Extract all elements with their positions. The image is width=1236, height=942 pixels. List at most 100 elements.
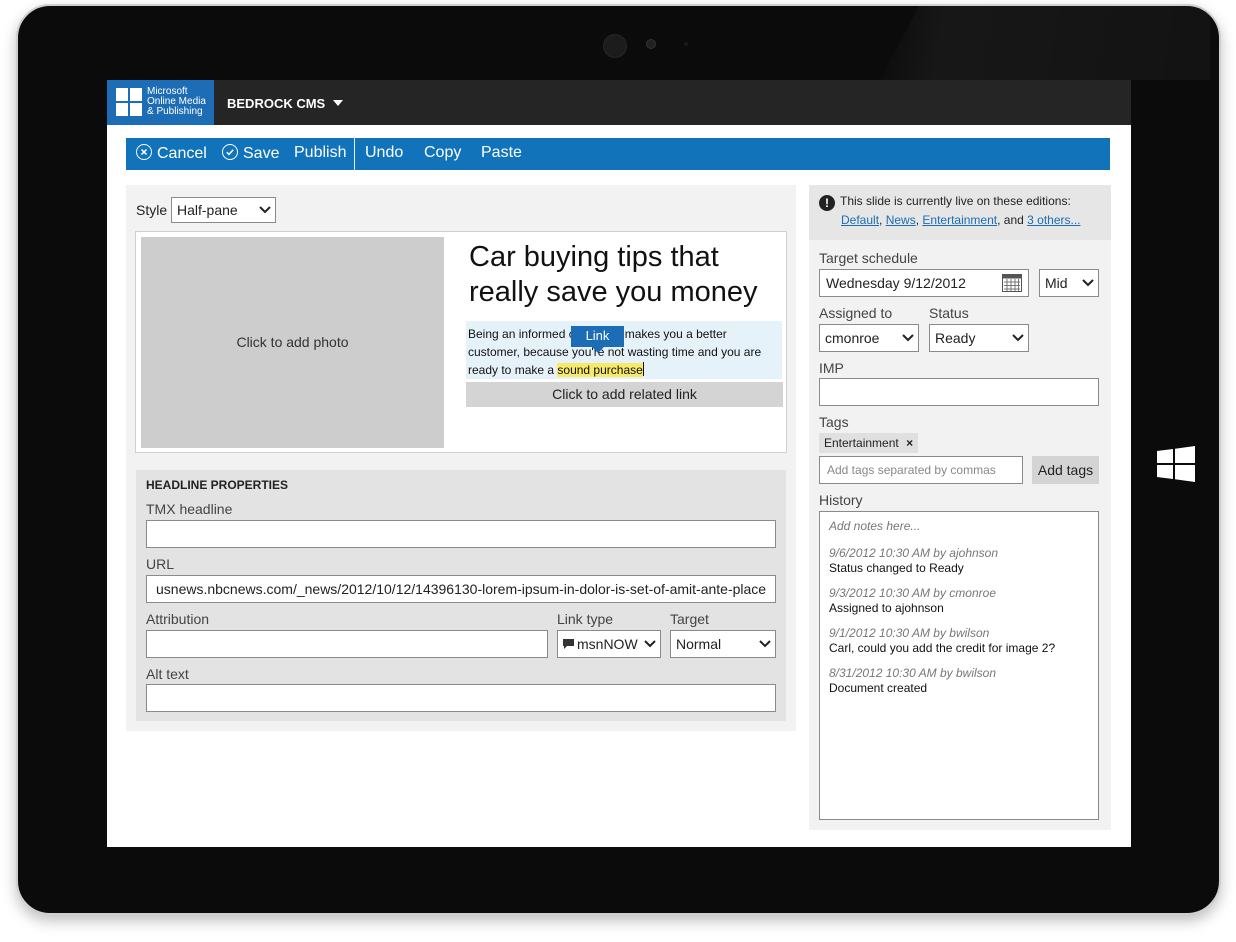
chevron-down-icon: [1082, 278, 1094, 288]
edition-links: Default, News, Entertainment, and 3 othe…: [841, 213, 1081, 227]
history-entry: 8/31/2012 10:30 AM by bwilson Document c…: [829, 666, 1089, 696]
app-title: BEDROCK CMS: [227, 96, 326, 111]
link-type-select[interactable]: msnNOW: [557, 630, 661, 658]
target-select[interactable]: Normal: [670, 630, 776, 658]
headline-properties: HEADLINE PROPERTIES TMX headline URL usn…: [136, 470, 786, 721]
edition-link-news[interactable]: News: [886, 213, 916, 227]
more-editions-link[interactable]: 3 others...: [1027, 213, 1080, 227]
history-text: Assigned to ajohnson: [829, 601, 944, 615]
chevron-down-icon: [1012, 333, 1024, 343]
alt-text-input[interactable]: [146, 684, 776, 712]
brand-logo[interactable]: Microsoft Online Media & Publishing: [107, 80, 214, 125]
history-text: Status changed to Ready: [829, 561, 964, 575]
assigned-to-select[interactable]: cmonroe: [819, 324, 919, 352]
tag-label: Entertainment: [824, 436, 899, 450]
style-value: Half-pane: [177, 202, 238, 218]
windows-logo-icon[interactable]: [1157, 446, 1195, 482]
url-input[interactable]: usnews.nbcnews.com/_news/2012/10/12/1439…: [146, 575, 776, 603]
history-meta: 9/6/2012 10:30 AM by ajohnson: [829, 546, 999, 560]
link-type-label: Link type: [557, 611, 614, 627]
camera-icon: [603, 34, 627, 58]
section-title: HEADLINE PROPERTIES: [146, 478, 289, 492]
light-sensor-icon: [684, 42, 688, 46]
text-cursor: [642, 362, 644, 376]
tmx-headline-label: TMX headline: [146, 501, 233, 517]
schedule-date-input[interactable]: Wednesday 9/12/2012: [819, 269, 1029, 297]
chevron-down-icon: [644, 639, 656, 649]
toolbar-divider: [354, 138, 355, 170]
assigned-to-label: Assigned to: [819, 305, 893, 321]
history-log[interactable]: Add notes here... 9/6/2012 10:30 AM by a…: [819, 511, 1099, 820]
tags-input[interactable]: Add tags separated by commas: [819, 456, 1023, 484]
history-entry: 9/6/2012 10:30 AM by ajohnson Status cha…: [829, 546, 1089, 576]
history-notes-placeholder[interactable]: Add notes here...: [829, 519, 1089, 533]
tmx-headline-input[interactable]: [146, 520, 776, 548]
live-message: This slide is currently live on these ed…: [840, 194, 1071, 208]
history-meta: 8/31/2012 10:30 AM by bwilson: [829, 666, 996, 680]
comment-icon: [563, 632, 574, 658]
history-text: Carl, could you add the credit for image…: [829, 641, 1056, 655]
command-bar: Cancel Save Publish Undo Copy Paste: [126, 138, 1110, 170]
history-entry: 9/1/2012 10:30 AM by bwilson Carl, could…: [829, 626, 1089, 656]
link-tooltip-button[interactable]: Link: [571, 326, 624, 353]
schedule-date-value: Wednesday 9/12/2012: [826, 275, 966, 291]
target-value: Normal: [676, 636, 722, 652]
alt-text-label: Alt text: [146, 666, 189, 682]
link-type-value: msnNOW: [577, 636, 638, 652]
chevron-down-icon: [759, 639, 771, 649]
history-meta: 9/3/2012 10:30 AM by cmonroe: [829, 586, 996, 600]
calendar-icon[interactable]: [1002, 274, 1022, 292]
properties-sidebar: ! This slide is currently live on these …: [809, 185, 1111, 830]
editor-panel: Style Half-pane Click to add photo Car b…: [126, 185, 796, 731]
publish-button[interactable]: Publish: [294, 144, 346, 162]
history-meta: 9/1/2012 10:30 AM by bwilson: [829, 626, 990, 640]
status-value: Ready: [935, 330, 976, 346]
slide-body-text[interactable]: Being an informed consumer makes you a b…: [466, 321, 782, 379]
history-label: History: [819, 492, 863, 508]
tag-chip: Entertainment ×: [819, 433, 919, 453]
cancel-label: Cancel: [157, 145, 207, 162]
edition-link-entertainment[interactable]: Entertainment: [922, 213, 997, 227]
cancel-button[interactable]: Cancel: [136, 144, 207, 163]
app-title-dropdown[interactable]: BEDROCK CMS: [227, 94, 343, 111]
add-related-link-button[interactable]: Click to add related link: [466, 382, 783, 407]
schedule-time-select[interactable]: Mid: [1039, 269, 1099, 297]
selected-text[interactable]: sound purchase: [557, 363, 643, 377]
style-label: Style: [136, 202, 168, 218]
chevron-down-icon: [902, 333, 914, 343]
sensor-icon: [646, 39, 656, 49]
style-select[interactable]: Half-pane: [171, 197, 276, 223]
slide-headline[interactable]: Car buying tips that really save you mon…: [469, 240, 779, 310]
bezel-glare: [880, 4, 1210, 80]
add-photo-placeholder[interactable]: Click to add photo: [141, 237, 444, 448]
undo-button[interactable]: Undo: [365, 144, 403, 162]
schedule-time-value: Mid: [1045, 275, 1068, 291]
assigned-to-value: cmonroe: [825, 330, 880, 346]
cancel-icon: [136, 144, 152, 160]
imp-input[interactable]: [819, 378, 1099, 406]
slide-preview: Click to add photo Car buying tips that …: [135, 231, 787, 453]
add-tags-button[interactable]: Add tags: [1032, 456, 1099, 484]
paste-button[interactable]: Paste: [481, 144, 522, 162]
history-text: Document created: [829, 681, 928, 695]
and-text: , and: [997, 213, 1028, 227]
imp-label: IMP: [819, 360, 844, 376]
status-select[interactable]: Ready: [929, 324, 1029, 352]
tags-label: Tags: [819, 414, 849, 430]
edition-link-default[interactable]: Default: [841, 213, 879, 227]
alert-icon: !: [819, 195, 835, 211]
remove-tag-icon[interactable]: ×: [906, 436, 913, 450]
caret-down-icon: [332, 94, 343, 109]
chevron-down-icon: [259, 205, 271, 215]
save-label: Save: [243, 145, 280, 162]
copy-button[interactable]: Copy: [424, 144, 461, 162]
app-header: Microsoft Online Media & Publishing BEDR…: [107, 80, 1131, 125]
brand-logo-icon: [116, 88, 142, 116]
attribution-input[interactable]: [146, 630, 548, 658]
save-button[interactable]: Save: [222, 144, 279, 163]
target-schedule-label: Target schedule: [819, 250, 918, 266]
status-label: Status: [929, 305, 969, 321]
history-entry: 9/3/2012 10:30 AM by cmonroe Assigned to…: [829, 586, 1089, 616]
checkmark-icon: [222, 144, 238, 160]
brand-text: Microsoft Online Media & Publishing: [147, 86, 206, 117]
